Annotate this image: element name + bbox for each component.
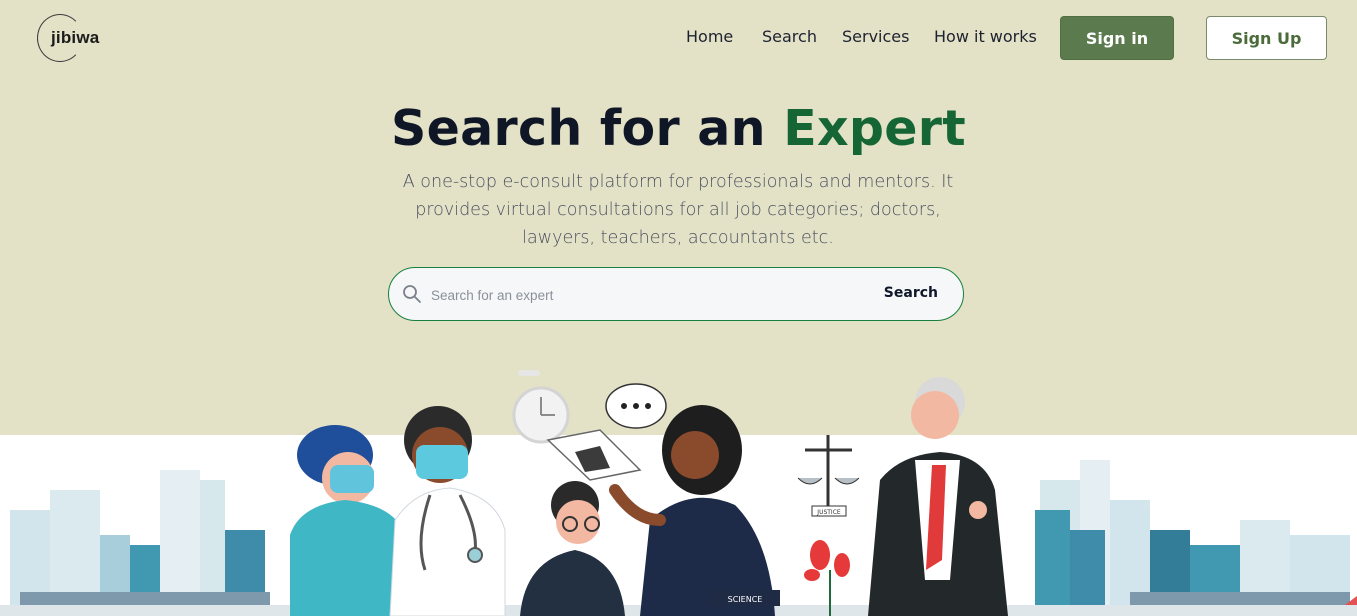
city-skyline-right (1035, 460, 1357, 616)
hero-illustration: JUSTICE SCIENCE (0, 370, 1357, 616)
search-input[interactable] (429, 282, 853, 308)
search-button[interactable]: Search (884, 285, 938, 301)
sign-in-button[interactable]: Sign in (1060, 16, 1174, 60)
nav-services[interactable]: Services (842, 27, 909, 46)
science-book: SCIENCE (710, 590, 780, 606)
city-skyline-left (10, 470, 270, 616)
doctor-illustration (389, 406, 506, 616)
teacher-illustration (609, 405, 775, 616)
plant-decoration (804, 540, 850, 616)
nav-search[interactable]: Search (762, 27, 817, 46)
hero-title: Search for an Expert (0, 100, 1357, 157)
brand-name[interactable]: jibiwa (51, 28, 99, 48)
sign-up-button[interactable]: Sign Up (1206, 16, 1327, 60)
hero-description: A one-stop e-consult platform for profes… (402, 172, 954, 248)
nav-how-it-works[interactable]: How it works (934, 27, 1037, 46)
justice-scales-icon: JUSTICE (797, 435, 860, 517)
search-bar: Search (388, 267, 964, 321)
search-icon (403, 285, 421, 303)
science-label: SCIENCE (728, 595, 763, 604)
scales-label: JUSTICE (816, 509, 841, 516)
hero-title-main: Search for an (391, 100, 766, 157)
hero-title-accent: Expert (783, 100, 966, 157)
book-icon (546, 429, 642, 481)
speech-bubble-icon (605, 383, 667, 429)
clock-icon (512, 370, 570, 444)
nav-home[interactable]: Home (686, 27, 733, 46)
student-illustration (520, 481, 625, 616)
lawyer-illustration (868, 377, 1008, 616)
